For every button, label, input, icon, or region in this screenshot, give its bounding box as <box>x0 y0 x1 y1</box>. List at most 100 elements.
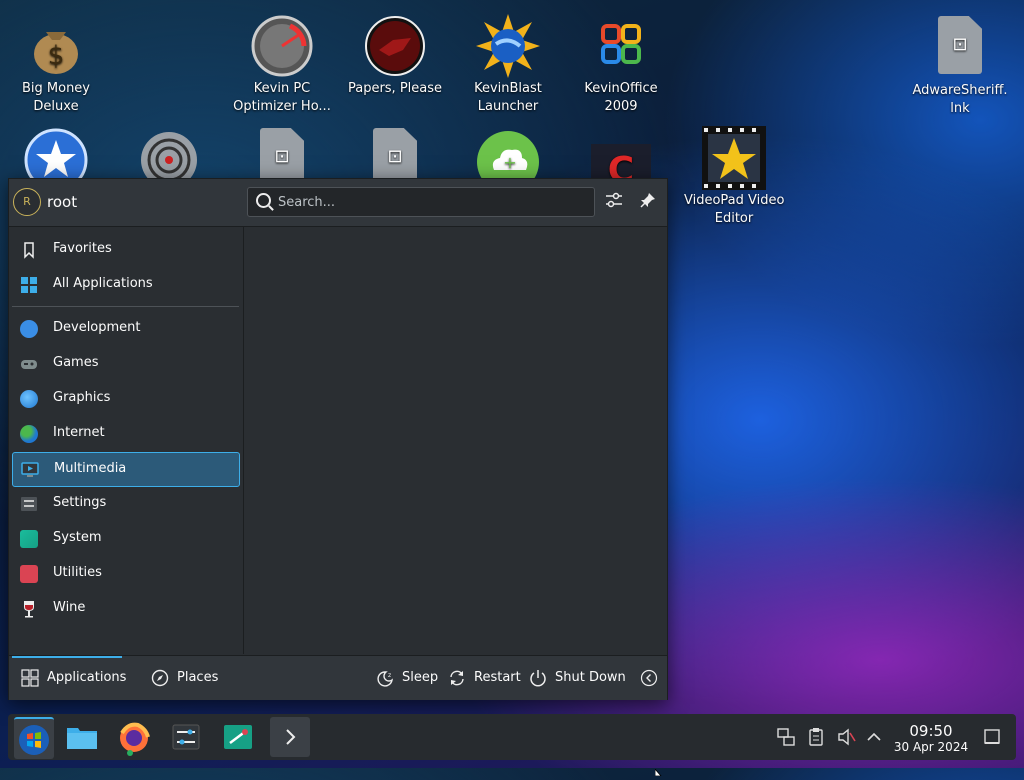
windows-orb-icon <box>19 725 49 755</box>
category-multimedia[interactable]: Multimedia <box>12 452 240 487</box>
grid-icon <box>21 669 39 687</box>
desktop-icon-label: Big Money Deluxe <box>21 81 90 114</box>
desktop-icon-big-money-deluxe[interactable]: $ Big Money Deluxe <box>6 6 106 116</box>
category-settings[interactable]: Settings <box>12 487 238 520</box>
taskbar-file-manager[interactable] <box>62 717 102 757</box>
money-bag-icon: $ <box>24 14 88 78</box>
category-label: Development <box>53 320 141 335</box>
clock-date: 30 Apr 2024 <box>893 740 969 754</box>
user-avatar[interactable]: R <box>13 188 41 216</box>
launcher-header: R root <box>9 179 667 227</box>
launcher-footer: Applications Places z Sleep Restart Shut… <box>9 655 667 700</box>
development-icon <box>20 320 38 338</box>
category-divider <box>12 306 239 307</box>
button-label: Sleep <box>402 670 439 685</box>
category-utilities[interactable]: Utilities <box>12 557 238 590</box>
application-launcher: R root Favorites All Applications Develo… <box>8 178 668 700</box>
desktop-icon-videopad-video-editor[interactable]: VideoPad Video Editor <box>684 118 784 228</box>
category-all-applications[interactable]: All Applications <box>12 268 238 301</box>
settings-sliders-icon[interactable] <box>603 191 625 213</box>
film-star-icon <box>702 126 766 190</box>
sleep-icon: z <box>376 669 394 687</box>
svg-text:$: $ <box>48 41 65 71</box>
taskbar-terminal[interactable] <box>270 717 310 757</box>
application-list <box>244 227 667 654</box>
chevron-up-icon[interactable] <box>864 727 884 747</box>
category-internet[interactable]: Internet <box>12 417 238 450</box>
terminal-icon <box>286 729 296 745</box>
mouse-cursor-icon <box>654 761 663 777</box>
user-name: root <box>47 193 78 211</box>
bookmark-icon <box>20 241 38 259</box>
power-icon <box>529 669 547 687</box>
svg-text:z: z <box>388 672 391 679</box>
category-development[interactable]: Development <box>12 312 238 345</box>
active-tab-indicator <box>12 656 122 658</box>
search-input[interactable] <box>276 191 580 213</box>
software-center-icon <box>224 725 252 749</box>
multimedia-icon <box>21 461 39 479</box>
tab-label: Places <box>177 670 219 685</box>
settings-icon <box>20 495 38 513</box>
category-label: Graphics <box>53 390 111 405</box>
category-label: Utilities <box>53 565 102 580</box>
compass-icon <box>151 669 169 687</box>
volume-muted-icon[interactable] <box>836 727 856 747</box>
desktop-icon-kevinoffice-2009[interactable]: KevinOffice 2009 <box>571 6 671 116</box>
desktop-icon-label: VideoPad Video Editor <box>684 193 785 226</box>
speedometer-icon <box>250 14 314 78</box>
category-label: Favorites <box>53 241 112 256</box>
network-icon[interactable] <box>776 727 796 747</box>
tab-label: Applications <box>47 670 127 685</box>
globe-icon <box>20 425 38 443</box>
grid-icon <box>20 276 38 294</box>
firefox-icon <box>120 722 150 756</box>
search-icon <box>256 193 271 208</box>
clipboard-icon[interactable] <box>806 727 826 747</box>
desktop-icon-link-file[interactable] <box>232 118 332 186</box>
taskbar: 09:50 30 Apr 2024 <box>8 714 1016 760</box>
desktop-icon-kevin-pc-optimizer[interactable]: Kevin PC Optimizer Ho... <box>232 6 332 116</box>
category-graphics[interactable]: Graphics <box>12 382 238 415</box>
desktop-icon-label: KevinOffice 2009 <box>584 81 658 114</box>
desktop-icon-label: Kevin PC Optimizer Ho... <box>233 81 331 114</box>
category-label: Multimedia <box>54 461 127 476</box>
taskbar-discover[interactable] <box>218 717 258 757</box>
category-label: Wine <box>53 600 86 615</box>
digital-clock[interactable]: 09:50 30 Apr 2024 <box>888 722 974 755</box>
taskbar-system-settings[interactable] <box>166 717 206 757</box>
gamepad-icon <box>20 355 38 373</box>
category-label: Internet <box>53 425 105 440</box>
desktop-icon-label: KevinBlast Launcher <box>474 81 542 114</box>
taskbar-firefox[interactable] <box>114 717 154 757</box>
desktop-icon-link-file[interactable] <box>345 118 445 186</box>
category-list: Favorites All Applications Development G… <box>9 227 244 654</box>
sun-globe-icon <box>476 14 540 78</box>
utilities-icon <box>20 565 38 583</box>
start-menu-button[interactable] <box>14 717 54 759</box>
search-field[interactable] <box>247 187 595 217</box>
desktop-icon-papers-please[interactable]: Papers, Please <box>345 6 445 98</box>
chevron-left-icon <box>640 669 658 687</box>
pin-icon[interactable] <box>637 191 659 213</box>
link-file-icon <box>938 16 982 74</box>
desktop-icon-label: Papers, Please <box>347 81 443 96</box>
graphics-icon <box>20 390 38 408</box>
office-logo-icon <box>589 14 653 78</box>
category-system[interactable]: System <box>12 522 238 555</box>
button-label: Restart <box>474 670 521 685</box>
category-label: Settings <box>53 495 107 510</box>
system-icon <box>20 530 38 548</box>
show-desktop-icon[interactable] <box>982 727 1002 747</box>
category-label: System <box>53 530 102 545</box>
button-label: Shut Down <box>555 670 626 685</box>
desktop-icon-label: AdwareSheriff. lnk <box>912 83 1008 116</box>
category-label: Games <box>53 355 99 370</box>
category-games[interactable]: Games <box>12 347 238 380</box>
category-favorites[interactable]: Favorites <box>12 233 238 266</box>
settings-icon <box>172 724 200 750</box>
desktop-icon-adwaresheriff-lnk[interactable]: AdwareSheriff. lnk <box>910 6 1010 118</box>
category-wine[interactable]: Wine <box>12 592 238 625</box>
desktop-icon-kevinblast-launcher[interactable]: KevinBlast Launcher <box>458 6 558 116</box>
restart-icon <box>448 669 466 687</box>
